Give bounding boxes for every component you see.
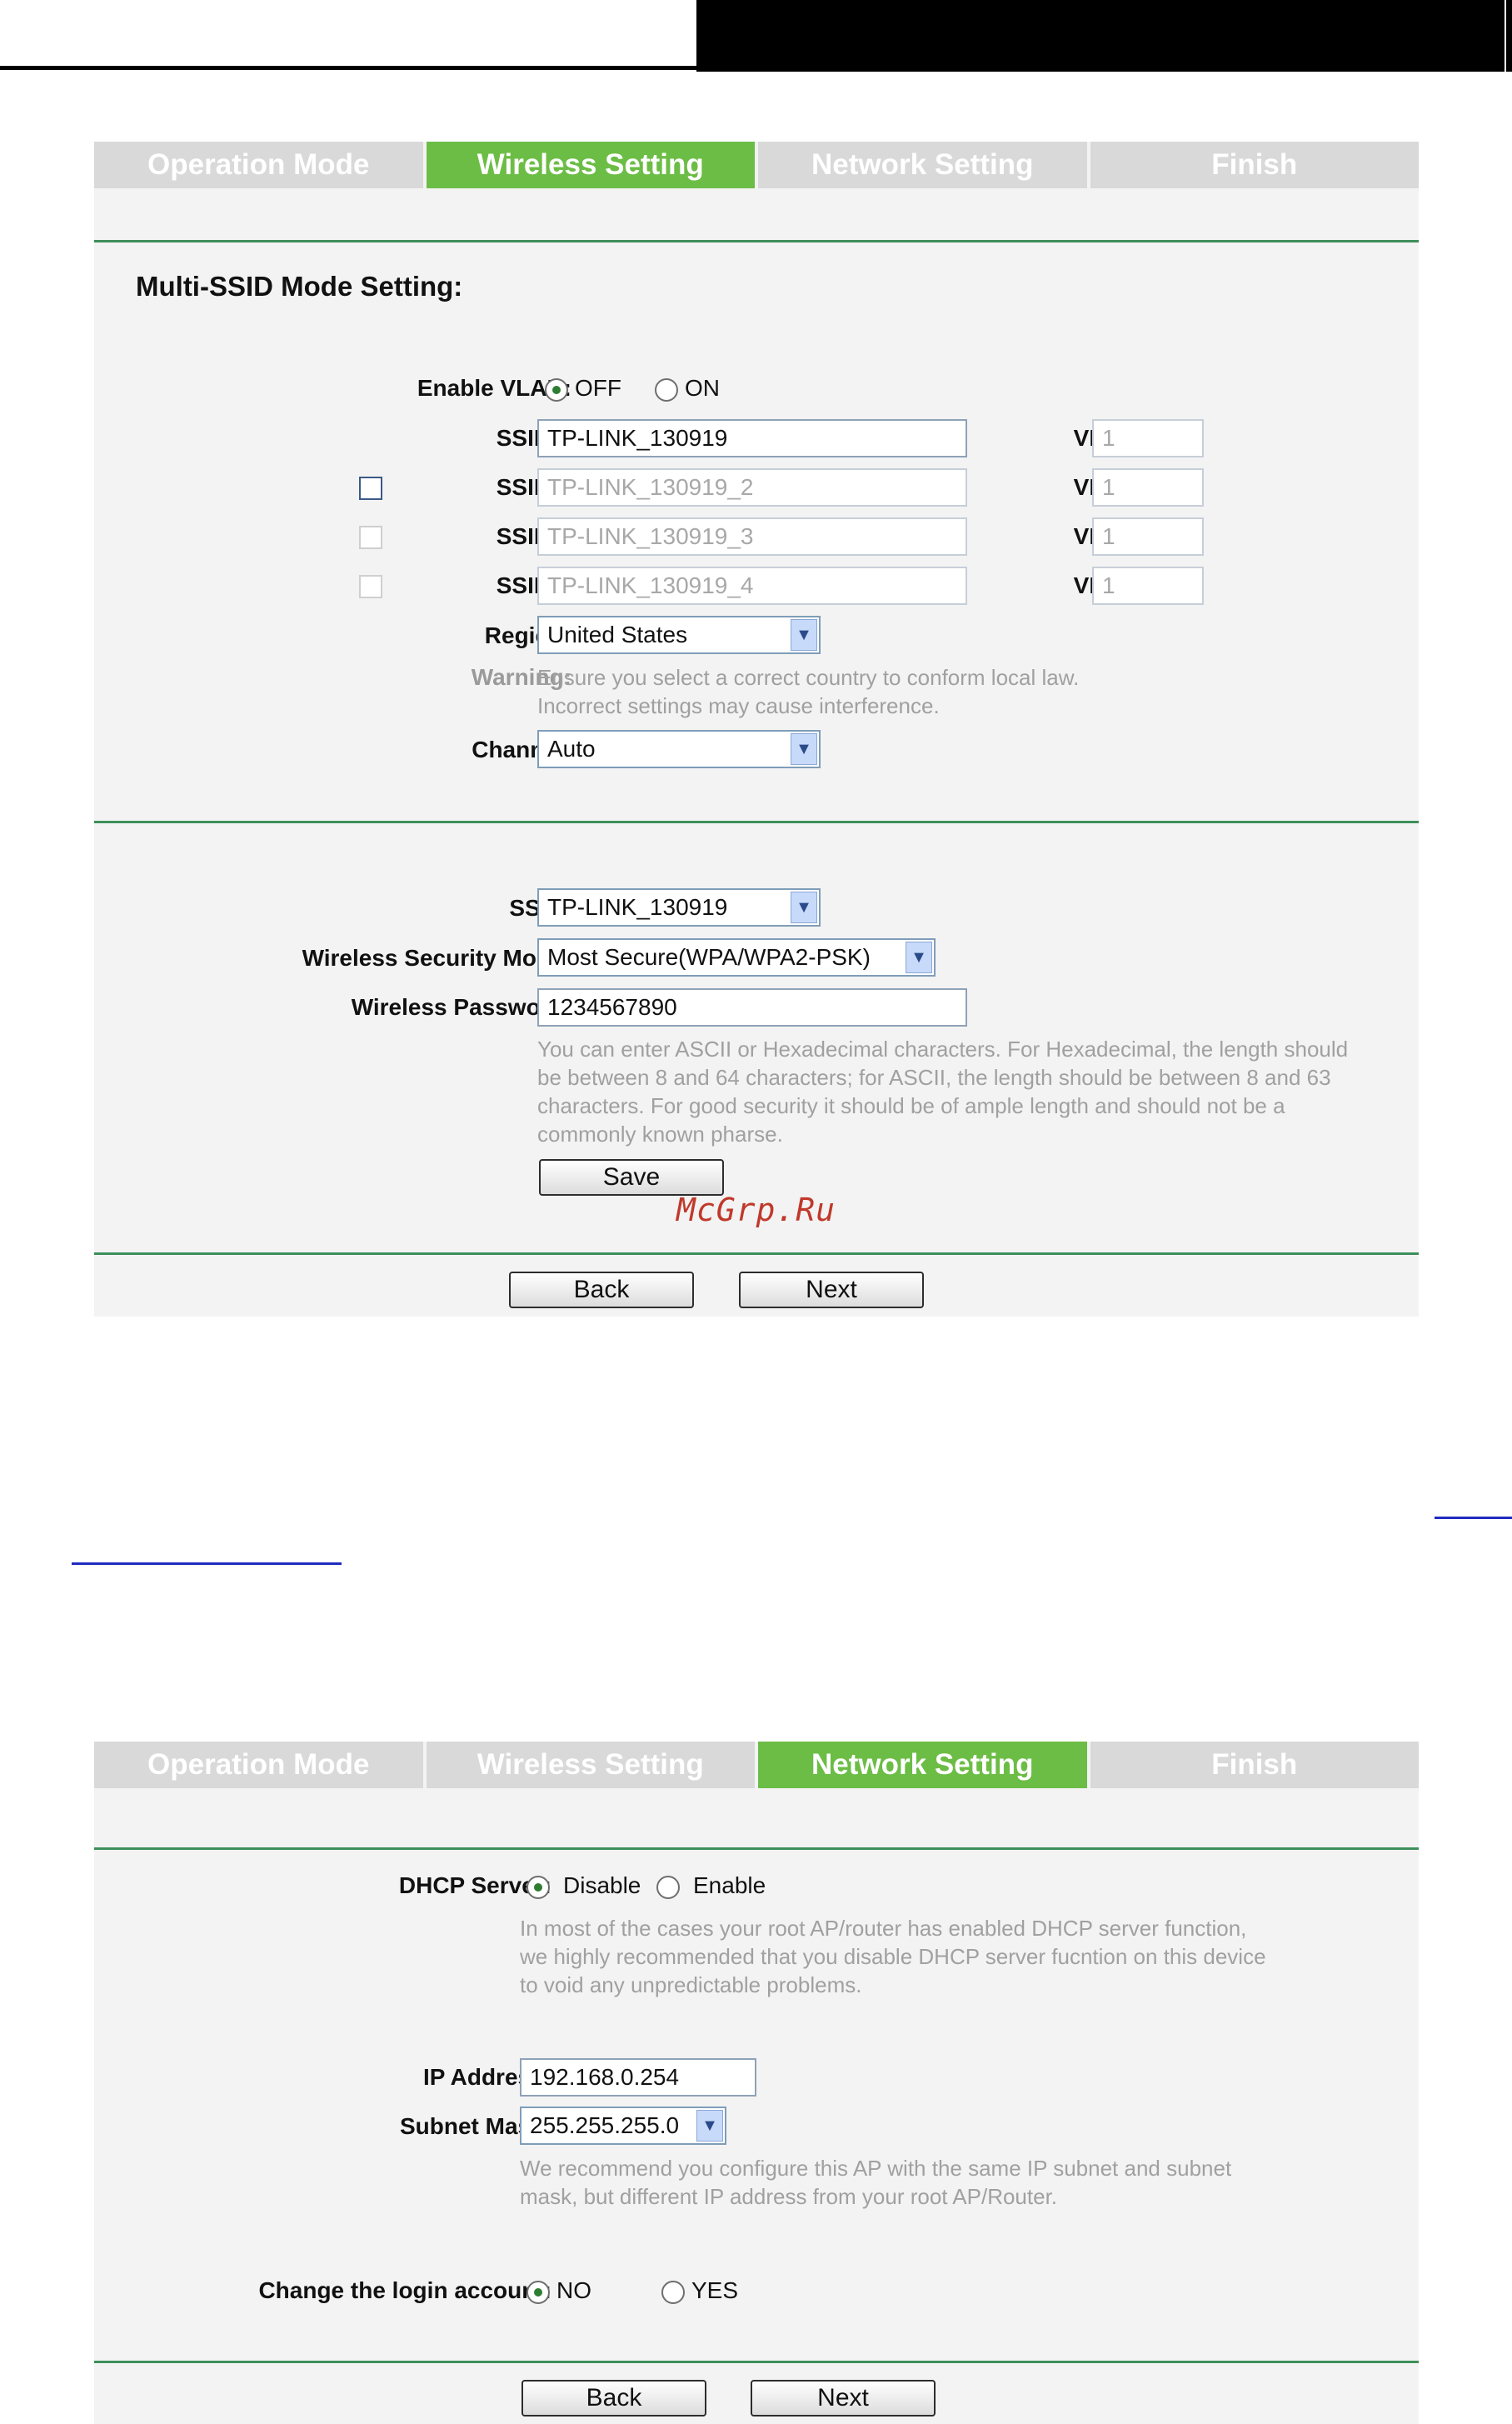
next-button[interactable]: Next [751,2380,936,2417]
tab-network-setting[interactable]: Network Setting [758,142,1087,188]
tab-network-setting[interactable]: Network Setting [758,1742,1087,1788]
section-heading: Multi-SSID Mode Setting: [136,271,463,302]
header-divider [1505,0,1506,72]
next-button[interactable]: Next [739,1272,924,1308]
ssid2-checkbox[interactable] [359,477,382,500]
link-underline [72,1562,342,1565]
warning-line: Incorrect settings may cause interferenc… [537,693,940,718]
tab-wireless-setting[interactable]: Wireless Setting [426,1742,755,1788]
warning-text: Ensure you select a correct country to c… [537,663,1370,720]
vlan-off-radio[interactable] [545,378,568,402]
help-line: You can enter ASCII or Hexadecimal chara… [537,1037,1349,1062]
warning-line: Ensure you select a correct country to c… [537,665,1080,690]
vlan-on-radio[interactable] [655,378,678,402]
chevron-down-icon: ▼ [906,942,932,973]
subnet-mask-select[interactable]: 255.255.255.0 ▼ [520,2107,726,2145]
chevron-down-icon: ▼ [791,619,817,651]
dhcp-enable-radio[interactable] [656,1876,680,1899]
ssid4-checkbox[interactable] [359,575,382,598]
divider [94,821,1419,823]
header-bar-left [0,0,696,70]
watermark: McGrp.Ru [676,1192,836,1228]
help-line: We recommend you configure this AP with … [520,2156,1232,2181]
ssid2-vlan-input[interactable]: 1 [1092,468,1204,507]
help-line: mask, but different IP address from your… [520,2184,1058,2209]
help-line: commonly known pharse. [537,1122,783,1147]
security-mode-value: Most Secure(WPA/WPA2-PSK) [547,944,871,970]
password-input[interactable]: 1234567890 [537,988,967,1027]
network-setting-panel: Operation Mode Wireless Setting Network … [94,1742,1419,2424]
login-no-label: NO [556,2277,591,2303]
tab-finish[interactable]: Finish [1090,1742,1419,1788]
security-mode-select[interactable]: Most Secure(WPA/WPA2-PSK) ▼ [537,938,936,977]
ssid4-input[interactable]: TP-LINK_130919_4 [537,567,967,605]
ssid4-vlan-input[interactable]: 1 [1092,567,1204,605]
ssid-select[interactable]: TP-LINK_130919 ▼ [537,888,821,927]
channel-select[interactable]: Auto ▼ [537,730,821,768]
chevron-down-icon: ▼ [696,2110,723,2142]
dhcp-help: In most of the cases your root AP/router… [520,1914,1353,1999]
ip-address-input[interactable]: 192.168.0.254 [520,2058,756,2097]
help-line: characters. For good security it should … [537,1093,1285,1118]
back-button[interactable]: Back [509,1272,694,1308]
ssid3-vlan-input[interactable]: 1 [1092,517,1204,556]
login-no-radio[interactable] [526,2281,550,2304]
help-line: be between 8 and 64 characters; for ASCI… [537,1065,1331,1090]
ssid-value: TP-LINK_130919 [547,894,728,920]
chevron-down-icon: ▼ [791,892,817,923]
help-line: we highly recommended that you disable D… [520,1944,1266,1969]
chevron-down-icon: ▼ [791,733,817,765]
ssid2-input[interactable]: TP-LINK_130919_2 [537,468,967,507]
dhcp-enable-label: Enable [693,1872,766,1898]
ssid1-input[interactable]: TP-LINK_130919 [537,419,967,457]
login-account-label: Change the login account: [258,2277,551,2303]
help-line: In most of the cases your root AP/router… [520,1916,1247,1941]
wireless-setting-panel: Operation Mode Wireless Setting Network … [94,142,1419,1317]
tab-finish[interactable]: Finish [1090,142,1419,188]
region-value: United States [547,622,688,647]
password-help: You can enter ASCII or Hexadecimal chara… [537,1035,1412,1148]
channel-value: Auto [547,736,596,762]
tab-operation-mode[interactable]: Operation Mode [94,1742,423,1788]
subnet-mask-value: 255.255.255.0 [530,2112,680,2138]
save-button[interactable]: Save [539,1159,724,1196]
divider [94,2361,1419,2363]
divider [94,240,1419,242]
help-line: to void any unpredictable problems. [520,1972,862,1997]
mask-help: We recommend you configure this AP with … [520,2154,1353,2211]
back-button[interactable]: Back [521,2380,706,2417]
vlan-on-label: ON [685,375,720,401]
dhcp-disable-radio[interactable] [526,1876,550,1899]
tab-wireless-setting[interactable]: Wireless Setting [426,142,755,188]
ssid1-vlan-input[interactable]: 1 [1092,419,1204,457]
vlan-off-label: OFF [575,375,621,401]
header-bar-right [696,0,1512,72]
wizard-tabs: Operation Mode Wireless Setting Network … [94,142,1419,188]
divider [94,1252,1419,1255]
tab-operation-mode[interactable]: Operation Mode [94,142,423,188]
security-mode-label: Wireless Security Mode: [302,945,571,971]
region-select[interactable]: United States ▼ [537,616,821,654]
ssid3-input[interactable]: TP-LINK_130919_3 [537,517,967,556]
login-yes-label: YES [691,2277,739,2303]
ssid3-checkbox[interactable] [359,526,382,549]
login-yes-radio[interactable] [661,2281,685,2304]
divider [94,1847,1419,1850]
wizard-tabs: Operation Mode Wireless Setting Network … [94,1742,1419,1788]
dhcp-disable-label: Disable [563,1872,641,1898]
link-underline [1435,1517,1512,1519]
